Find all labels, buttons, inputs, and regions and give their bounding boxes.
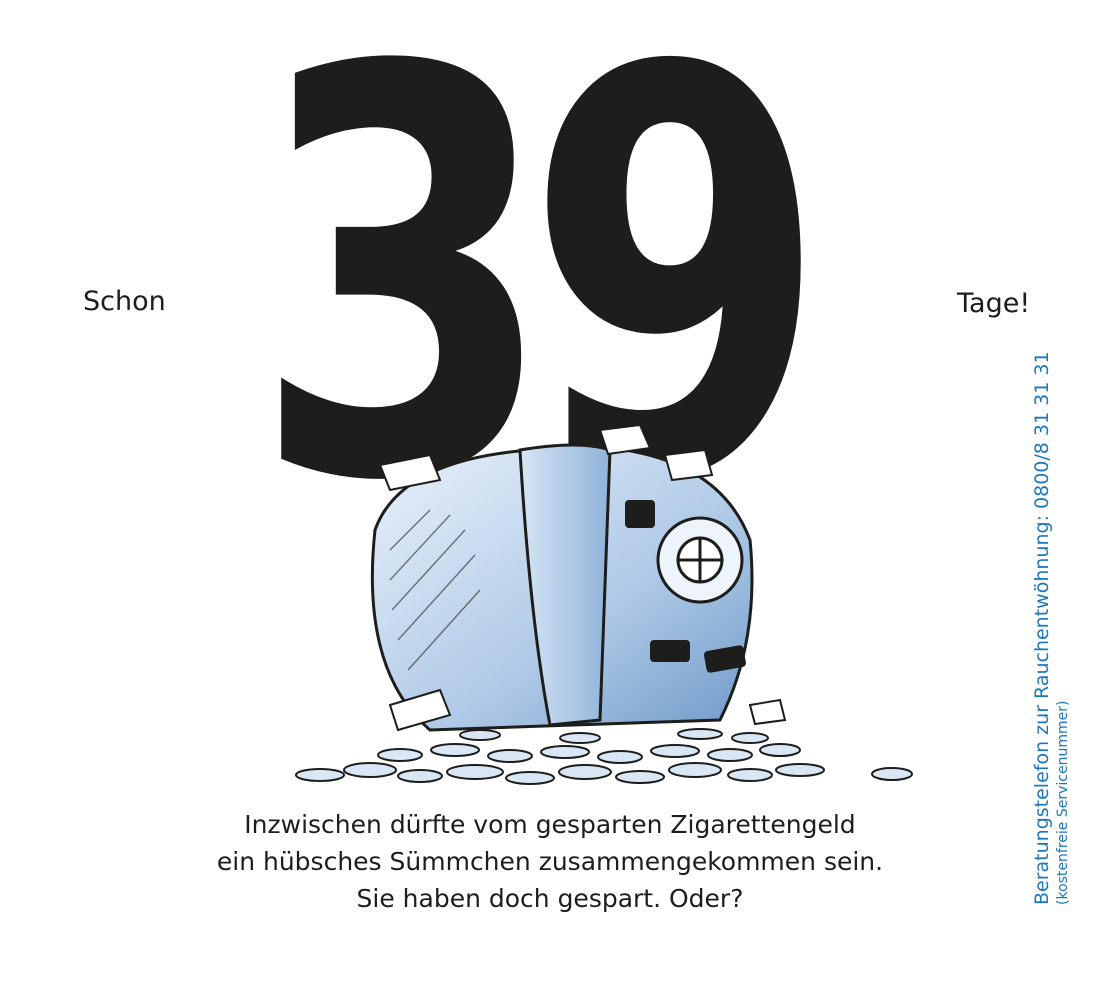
message-line: ein hübsches Sümmchen zusammengekommen s… (216, 847, 884, 876)
headline-suffix: Tage! (957, 288, 1031, 319)
hotline-number[interactable]: Beratungstelefon zur Rauchentwöhnung: 08… (1030, 351, 1054, 905)
headline-prefix: Schon (83, 286, 166, 317)
coin-pile (295, 728, 913, 785)
safe-dial (656, 516, 744, 604)
hotline-note: (kostenfreie Servicenummer) (1055, 700, 1071, 905)
savings-message: Inzwischen dürfte vom gesparten Zigarett… (180, 806, 920, 917)
message-line: Inzwischen dürfte vom gesparten Zigarett… (244, 810, 856, 839)
broken-safe-with-coins-icon (295, 423, 913, 785)
message-line: Sie haben doch gespart. Oder? (356, 884, 744, 913)
hotline-block: Beratungstelefon zur Rauchentwöhnung: 08… (1030, 351, 1090, 905)
